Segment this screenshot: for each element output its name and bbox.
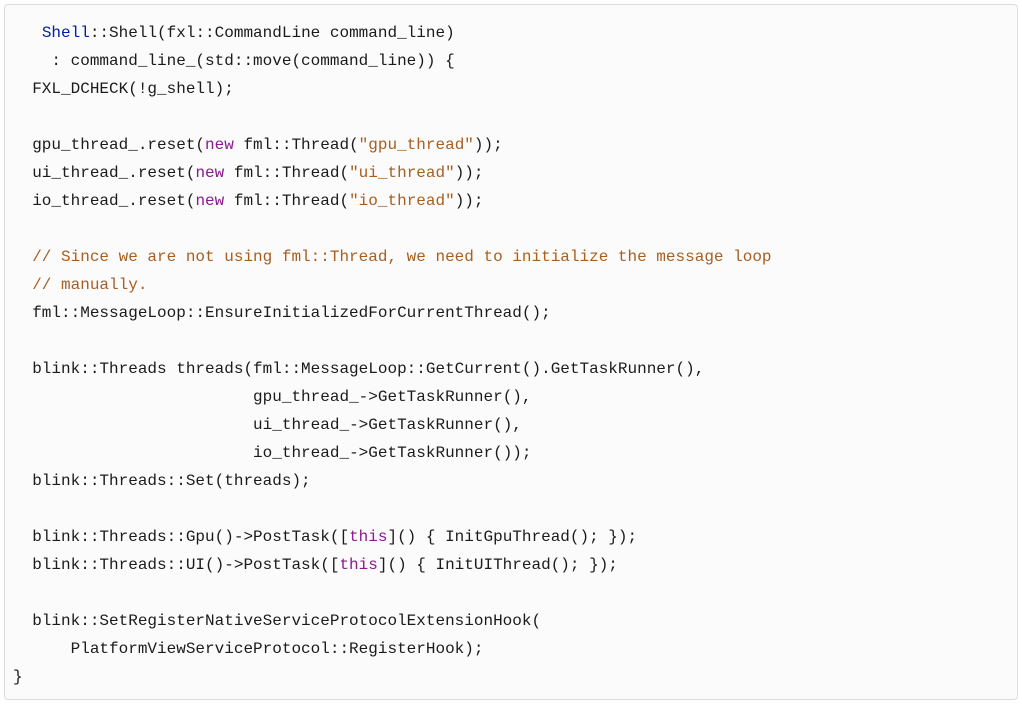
code-token: new xyxy=(195,164,224,182)
code-token: Shell xyxy=(42,24,90,42)
code-token: "io_thread" xyxy=(349,192,455,210)
code-token: new xyxy=(205,136,234,154)
code-token: "ui_thread" xyxy=(349,164,455,182)
code-token: this xyxy=(349,528,387,546)
code-token: // manually. xyxy=(32,276,147,294)
code-token: new xyxy=(195,192,224,210)
code-token: // Since we are not using fml::Thread, w… xyxy=(32,248,771,266)
code-token: this xyxy=(339,556,377,574)
code-content: Shell::Shell(fxl::CommandLine command_li… xyxy=(13,19,1009,691)
code-token: "gpu_thread" xyxy=(359,136,474,154)
code-block: Shell::Shell(fxl::CommandLine command_li… xyxy=(4,4,1018,700)
